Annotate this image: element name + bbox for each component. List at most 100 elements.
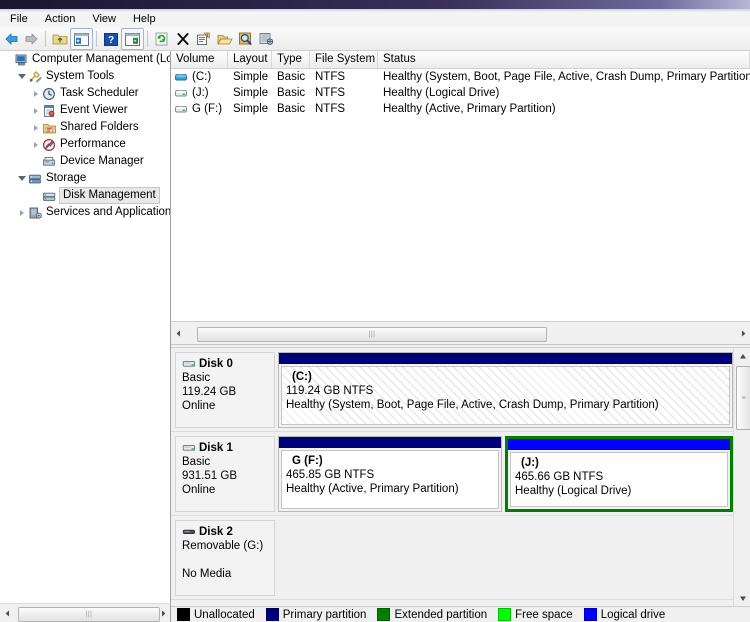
menu-file[interactable]: File — [2, 12, 37, 28]
volume-cell-volume: (J:) — [171, 85, 228, 101]
up-folder-icon[interactable] — [49, 29, 70, 49]
disk-graphical-view[interactable]: Disk 0 Basic 119.24 GB Online (C:) 119.24 GB … — [171, 348, 733, 606]
volume-scroll-thumb[interactable]: ||| — [197, 326, 547, 342]
partition-c[interactable]: (C:) 119.24 GB NTFS Healthy (System, Boot,… — [278, 352, 733, 428]
scroll-right-arrow-icon[interactable] — [736, 326, 750, 341]
tree-item-performance[interactable]: Performance — [0, 136, 170, 153]
tree-item-storage[interactable]: Storage — [0, 170, 170, 187]
tree-item-services-and-applications[interactable]: Services and Applications — [0, 204, 170, 221]
partition-color-bar — [279, 437, 501, 448]
collapsed-twisty-icon — [19, 209, 24, 216]
volume-row[interactable]: (J:) Simple Basic NTFS Healthy (Logical Driv… — [171, 85, 750, 101]
disk-vertical-scrollbar[interactable]: ≡ — [733, 348, 750, 606]
disk-row-disk-0[interactable]: Disk 0 Basic 119.24 GB Online (C:) 119.24 GB … — [171, 348, 733, 432]
properties-icon[interactable] — [193, 29, 214, 49]
column-header-file-system[interactable]: File System — [310, 51, 378, 68]
tree-item-device-manager[interactable]: Device Manager — [0, 153, 170, 170]
tree-item-system-tools[interactable]: System Tools — [0, 68, 170, 85]
tree-item-event-viewer[interactable]: Event Viewer — [0, 102, 170, 119]
legend-swatch — [583, 608, 597, 621]
partition-status: Healthy (Active, Primary Partition) — [286, 483, 459, 495]
menu-bar: File Action View Help — [0, 12, 750, 29]
volume-row[interactable]: G (F:) Simple Basic NTFS Healthy (Active, Pr… — [171, 101, 750, 117]
refresh-icon[interactable] — [151, 29, 172, 49]
column-header-type[interactable]: Type — [272, 51, 310, 68]
menu-help[interactable]: Help — [125, 12, 165, 28]
disk-row-disk-1[interactable]: Disk 1 Basic 931.51 GB Online G (F:) 465.85 G… — [171, 432, 733, 516]
volume-horizontal-scrollbar[interactable]: ||| — [171, 324, 750, 342]
scroll-left-arrow-icon[interactable] — [0, 606, 14, 621]
twisty-services-and-applications[interactable] — [16, 209, 27, 216]
tree-item-label: Storage — [46, 172, 87, 184]
twisty-event-viewer[interactable] — [30, 107, 41, 114]
volume-list-pane[interactable]: Volume Layout Type File System Status (C:) Si… — [171, 51, 750, 321]
disk-info-disk-0[interactable]: Disk 0 Basic 119.24 GB Online — [175, 352, 275, 428]
menu-action[interactable]: Action — [37, 12, 85, 28]
disk-state: Online — [182, 400, 216, 412]
disk-name: Disk 0 — [199, 358, 233, 370]
back-arrow-icon[interactable] — [0, 29, 21, 49]
column-header-layout[interactable]: Layout — [228, 51, 272, 68]
delete-icon[interactable] — [172, 29, 193, 49]
partition-j[interactable]: (J:) 465.66 GB NTFS Healthy (Logical Drive… — [505, 436, 733, 512]
volume-label: G (F:) — [192, 103, 223, 115]
legend-item-extended-partition: Extended partition — [377, 608, 487, 621]
twisty-task-scheduler[interactable] — [30, 90, 41, 97]
disk-info-disk-2[interactable]: Disk 2 Removable (G:) No Media — [175, 520, 275, 596]
column-header-status[interactable]: Status — [378, 51, 750, 68]
column-header-volume[interactable]: Volume — [171, 51, 228, 68]
scroll-down-arrow-icon[interactable] — [734, 590, 750, 606]
tree-item-computer-management-local[interactable]: Computer Management (Local — [0, 51, 170, 68]
toolbar-separator — [45, 31, 46, 47]
performance-icon — [41, 138, 57, 152]
console-tree-pane[interactable]: Computer Management (Local System Tools Ta… — [0, 51, 171, 603]
disk-state: No Media — [182, 568, 232, 580]
twisty-shared-folders[interactable] — [30, 124, 41, 131]
scroll-left-arrow-icon[interactable] — [171, 326, 185, 341]
expanded-twisty-icon — [17, 74, 26, 79]
disk-row-disk-2[interactable]: Disk 2 Removable (G:) No Media — [171, 516, 733, 600]
twisty-system-tools[interactable] — [16, 74, 27, 79]
magnifier-icon[interactable] — [235, 29, 256, 49]
help-icon[interactable]: ? — [100, 29, 121, 49]
show-hide-console-tree-icon[interactable] — [70, 28, 93, 50]
tree-horizontal-scrollbar[interactable]: ||| — [0, 603, 171, 622]
tree-item-shared-folders[interactable]: Shared Folders — [0, 119, 170, 136]
event-viewer-icon — [41, 104, 57, 118]
tree-item-label: Performance — [60, 138, 126, 150]
twisty-performance[interactable] — [30, 141, 41, 148]
disk-scroll-thumb[interactable]: ≡ — [736, 366, 750, 430]
services-icon — [27, 206, 43, 220]
tools-icon — [27, 70, 43, 84]
toolbar-separator — [147, 31, 148, 47]
tree-scroll-thumb[interactable]: ||| — [18, 607, 160, 622]
svg-text:?: ? — [107, 35, 113, 46]
volume-cell-status: Healthy (System, Boot, Page File, Active… — [383, 71, 750, 83]
partition-details: (C:) 119.24 GB NTFS Healthy (System, Boot,… — [281, 366, 730, 425]
open-folder-icon[interactable] — [214, 29, 235, 49]
tree-scroll-track[interactable]: ||| — [16, 606, 160, 622]
menu-view[interactable]: View — [84, 12, 125, 28]
tree-item-task-scheduler[interactable]: Task Scheduler — [0, 85, 170, 102]
partition-g-f[interactable]: G (F:) 465.85 GB NTFS Healthy (Active, Pri… — [278, 436, 502, 512]
disk-type: Basic — [182, 372, 211, 384]
volume-scroll-track[interactable]: ||| — [187, 326, 734, 342]
legend-swatch — [377, 608, 391, 621]
show-hide-action-pane-icon[interactable] — [121, 28, 144, 50]
legend-label: Primary partition — [282, 608, 367, 621]
tree-item-disk-management[interactable]: Disk Management — [0, 187, 170, 204]
scroll-up-arrow-icon[interactable] — [734, 348, 750, 364]
disk-state: Online — [182, 484, 216, 496]
legend-swatch — [177, 608, 190, 621]
disk-partitions — [275, 520, 733, 596]
disk-info-disk-1[interactable]: Disk 1 Basic 931.51 GB Online — [175, 436, 275, 512]
disk-capacity: 931.51 GB — [182, 470, 237, 482]
forward-arrow-icon[interactable] — [21, 29, 42, 49]
rescan-disks-icon[interactable] — [256, 29, 277, 49]
collapsed-twisty-icon — [33, 124, 38, 131]
twisty-storage[interactable] — [16, 176, 27, 181]
volume-row[interactable]: (C:) Simple Basic NTFS Healthy (System, Boot… — [171, 69, 750, 85]
partition-legend: Unallocated Primary partition Extended par… — [171, 607, 750, 622]
storage-icon — [27, 172, 43, 186]
tree-item-label: Computer Management (Local — [32, 53, 171, 65]
